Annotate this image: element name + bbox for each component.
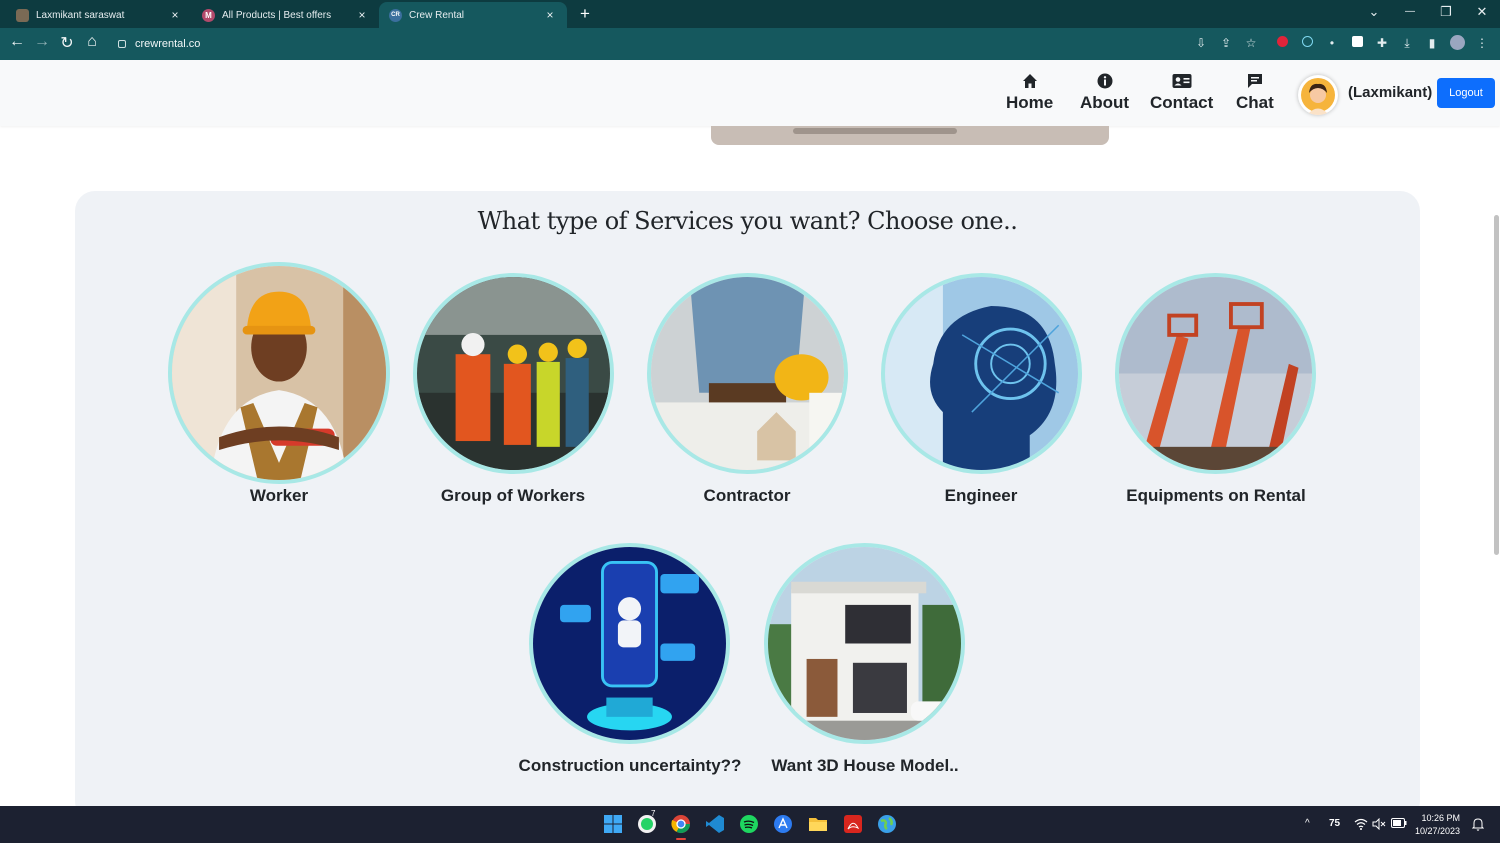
nav-about[interactable]: About: [1080, 73, 1129, 113]
chat-icon: [1247, 74, 1262, 88]
extension-square-icon[interactable]: [1349, 35, 1365, 51]
browser-tabstrip: Laxmikant saraswat × M All Products | Be…: [0, 0, 1500, 28]
star-icon[interactable]: ☆: [1243, 35, 1259, 51]
contractor-image[interactable]: [647, 273, 848, 474]
system-clock[interactable]: 10:26 PM 10/27/2023: [1415, 812, 1460, 838]
close-icon[interactable]: ×: [543, 8, 557, 22]
services-heading: What type of Services you want? Choose o…: [477, 207, 1018, 235]
profile-favicon-icon: [16, 8, 29, 22]
service-label: Contractor: [703, 486, 791, 505]
minimize-icon[interactable]: —: [1401, 6, 1419, 17]
new-tab-button[interactable]: +: [576, 4, 594, 24]
wifi-icon[interactable]: [1354, 818, 1368, 833]
install-icon[interactable]: ⇩: [1193, 35, 1209, 51]
nav-label: Contact: [1150, 93, 1214, 112]
page-scrollbar[interactable]: [1494, 215, 1499, 555]
tab-title: Crew Rental: [409, 9, 465, 21]
info-icon: [1097, 73, 1113, 89]
tab-title: All Products | Best offers: [222, 9, 332, 21]
avatar[interactable]: [1298, 75, 1338, 115]
acrobat-icon[interactable]: [843, 814, 863, 834]
group-of-workers-image[interactable]: [413, 273, 614, 474]
tray-chevron-icon[interactable]: ^: [1305, 818, 1310, 829]
nav-contact[interactable]: Contact: [1150, 73, 1213, 113]
puzzle-icon[interactable]: ✚: [1374, 35, 1390, 51]
equipments-image[interactable]: [1115, 273, 1316, 474]
spotify-icon[interactable]: [739, 814, 759, 834]
whatsapp-icon[interactable]: 7: [637, 809, 657, 834]
nav-chat[interactable]: Chat: [1236, 73, 1274, 113]
worker-image[interactable]: [168, 262, 390, 484]
browser-toolbar: ← → ↻ ⌂ crewrental.co ⇩ ⇪ ☆ • ✚ ⤓ ▮ ⋮: [0, 28, 1500, 60]
home-icon: [1022, 74, 1037, 88]
tab-crew-rental[interactable]: CR Crew Rental ×: [379, 2, 567, 28]
close-icon[interactable]: ×: [168, 8, 182, 22]
back-icon[interactable]: ←: [7, 33, 27, 51]
tab-laxmikant[interactable]: Laxmikant saraswat ×: [6, 2, 192, 28]
contact-card-icon: [1172, 74, 1192, 88]
site-navbar: Home About Contact Chat: [0, 60, 1500, 126]
address-bar[interactable]: crewrental.co: [108, 31, 1268, 57]
clock-date: 10/27/2023: [1415, 826, 1461, 836]
nav-label: Home: [1006, 93, 1054, 112]
user-name: (Laxmikant): [1348, 84, 1433, 101]
nav-label: About: [1080, 93, 1130, 112]
app-store-icon[interactable]: [773, 814, 793, 834]
previous-section-image: [711, 126, 1109, 145]
volume-mute-icon[interactable]: [1372, 817, 1386, 833]
clock-time: 10:26 PM: [1421, 813, 1461, 823]
reload-icon[interactable]: ↻: [57, 33, 77, 53]
vscode-icon[interactable]: [705, 814, 725, 834]
sidepanel-icon[interactable]: ▮: [1424, 35, 1440, 51]
earth-icon[interactable]: [877, 814, 897, 834]
nav-home[interactable]: Home: [1006, 73, 1053, 113]
window-close-icon[interactable]: ✕: [1473, 4, 1491, 20]
service-label: Engineer: [944, 486, 1018, 505]
tab-title: Laxmikant saraswat: [36, 9, 125, 21]
windows-start-icon[interactable]: [603, 814, 623, 834]
chrome-icon[interactable]: [671, 814, 691, 840]
services-section: What type of Services you want? Choose o…: [75, 191, 1420, 821]
temperature-readout[interactable]: 75: [1329, 818, 1340, 829]
store-favicon-icon: M: [202, 8, 215, 22]
tab-all-products[interactable]: M All Products | Best offers ×: [192, 2, 379, 28]
extension-red-icon[interactable]: [1274, 35, 1290, 51]
extension-react-icon[interactable]: [1299, 35, 1315, 51]
house-model-image[interactable]: [764, 543, 965, 744]
windows-taskbar: 7 ^ 75 10:26 PM 10/27/2023: [0, 806, 1500, 843]
download-icon[interactable]: ⤓: [1399, 35, 1415, 51]
service-label: Want 3D House Model..: [771, 756, 959, 775]
ai-assistant-image[interactable]: [529, 543, 730, 744]
forward-icon[interactable]: →: [32, 33, 52, 51]
service-label: Construction uncertainty??: [518, 756, 742, 775]
battery-icon[interactable]: [1391, 818, 1407, 831]
share-icon[interactable]: ⇪: [1218, 35, 1234, 51]
service-label: Equipments on Rental: [1126, 486, 1306, 505]
restore-icon[interactable]: ❐: [1437, 4, 1455, 20]
profile-icon[interactable]: [1449, 35, 1465, 51]
logout-button[interactable]: Logout: [1437, 78, 1495, 108]
service-label: Worker: [249, 486, 309, 505]
lock-icon: [118, 40, 126, 48]
tab-search-icon[interactable]: ⌄: [1365, 4, 1383, 20]
file-explorer-icon[interactable]: [808, 814, 828, 834]
notification-bell-icon[interactable]: [1471, 817, 1485, 834]
home-button-icon[interactable]: ⌂: [82, 33, 102, 51]
crew-rental-favicon-icon: CR: [389, 8, 402, 22]
whatsapp-badge: 7: [651, 809, 656, 818]
extension-pin-icon[interactable]: •: [1324, 35, 1340, 51]
service-label: Group of Workers: [440, 486, 586, 505]
nav-label: Chat: [1236, 93, 1274, 112]
close-icon[interactable]: ×: [355, 8, 369, 22]
url-text: crewrental.co: [135, 38, 201, 50]
engineer-image[interactable]: [881, 273, 1082, 474]
menu-icon[interactable]: ⋮: [1474, 35, 1490, 51]
